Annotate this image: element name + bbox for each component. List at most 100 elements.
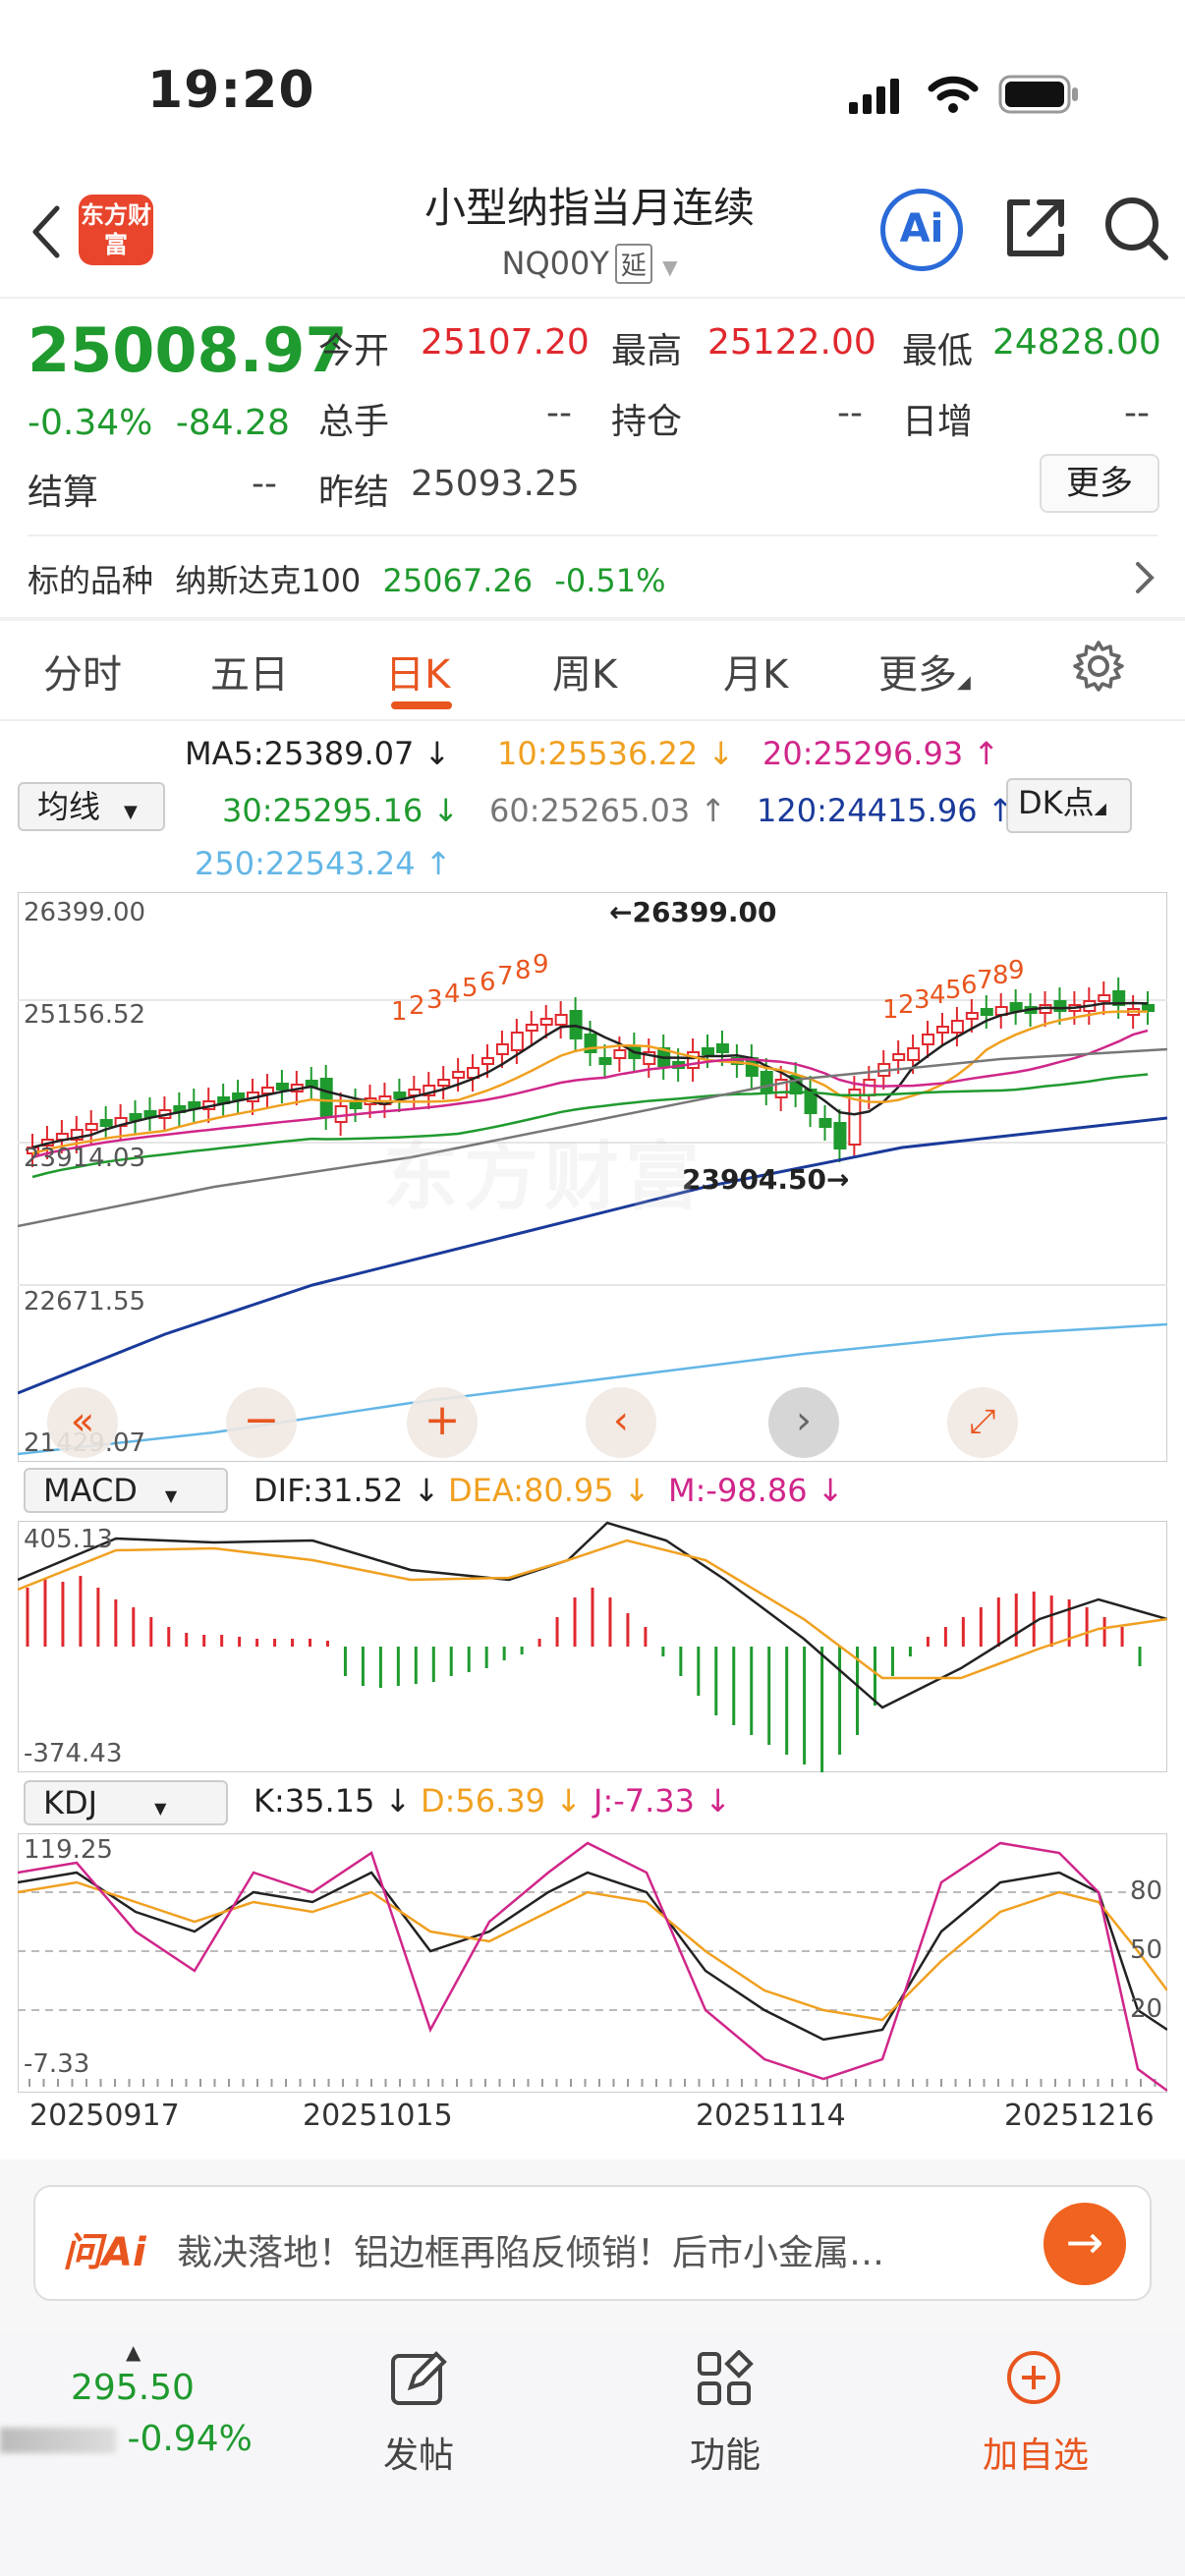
underlying-row[interactable]: 标的品种 纳斯达克100 25067.26 -0.51% <box>28 556 666 601</box>
kdj-level-20: 20 <box>1130 1994 1163 2024</box>
tab-daily-k[interactable]: 日K <box>385 643 450 700</box>
high-marker: ←26399.00 <box>609 896 776 928</box>
macd-y-bottom: -374.43 <box>24 1739 123 1768</box>
count-left-label: 1 <box>391 997 408 1027</box>
wifi-icon <box>928 73 979 120</box>
candle-body <box>1142 1004 1156 1012</box>
ai-brand: 问Ai <box>63 2230 146 2275</box>
kdj-caret-icon: ▼ <box>154 1799 167 1818</box>
macd-dea: DEA:80.95 ↓ <box>448 1472 650 1509</box>
nav-add-watchlist[interactable]: 加自选 <box>967 2427 1104 2478</box>
search-icon[interactable] <box>1100 193 1171 267</box>
low-marker: 23904.50→ <box>682 1163 849 1196</box>
ma120-value: 120:24415.96 ↑ <box>757 792 1014 829</box>
count-left-label: 8 <box>515 956 532 985</box>
candle-body <box>480 1057 494 1065</box>
back-icon[interactable] <box>26 202 65 265</box>
ai-news-bar[interactable]: 问Ai 裁决落地！铝边框再陷反倾销！后市小金属… → <box>33 2185 1152 2301</box>
candle-body <box>275 1083 289 1091</box>
fullscreen-icon[interactable]: ⤢ <box>947 1387 1018 1458</box>
low-marker-arrow-icon: → <box>826 1163 850 1196</box>
macd-select[interactable]: MACD ▼ <box>24 1468 228 1513</box>
ma20-value: 20:25296.93 ↑ <box>762 735 1000 772</box>
ai-news-text: 裁决落地！铝边框再陷反倾销！后市小金属… <box>177 2233 885 2273</box>
kline-y-label-3: 23914.03 <box>24 1144 146 1173</box>
tab-more[interactable]: 更多◢ <box>878 643 971 700</box>
ticker-name-blur <box>0 2428 116 2453</box>
volume-value: -- <box>546 393 572 433</box>
price-change: -0.34% -84.28 <box>28 403 290 443</box>
daily-increase-label: 日增 <box>902 402 974 442</box>
section-divider <box>0 617 1185 621</box>
daily-increase-value: -- <box>1124 393 1150 433</box>
nav-post[interactable]: 发帖 <box>360 2427 478 2478</box>
count-left-label: 2 <box>409 991 425 1021</box>
dk-point-button[interactable]: DK点◢ <box>1006 778 1132 833</box>
candle-body <box>452 1071 466 1079</box>
instrument-code[interactable]: NQ00Y 延 ▼ <box>432 244 747 284</box>
candle-body <box>188 1101 201 1109</box>
scroll-left-fast-icon[interactable]: « <box>47 1387 118 1458</box>
candle-body <box>715 1043 729 1053</box>
ai-button[interactable]: Ai <box>880 189 963 271</box>
candle-body <box>598 1057 612 1065</box>
arrow-right-icon[interactable]: → <box>1044 2203 1126 2285</box>
candle-body <box>334 1105 348 1123</box>
chevron-right-icon[interactable] <box>1130 558 1159 601</box>
ma-select[interactable]: 均线 ▼ <box>18 782 165 831</box>
post-icon[interactable] <box>389 2348 448 2411</box>
tab-weekly-k[interactable]: 周K <box>552 643 617 700</box>
kdj-chart[interactable] <box>17 1832 1168 2094</box>
scroll-right-icon[interactable]: › <box>768 1387 839 1458</box>
settlement-label: 结算 <box>28 473 99 513</box>
count-right-label: 2 <box>898 990 915 1020</box>
add-watchlist-icon[interactable] <box>1004 2348 1063 2411</box>
kdj-select[interactable]: KDJ ▼ <box>24 1780 228 1825</box>
candle-body <box>1053 1000 1067 1012</box>
tab-intraday[interactable]: 分时 <box>43 643 122 700</box>
caret-up-icon: ▲ <box>126 2340 141 2364</box>
kdj-k: K:35.15 ↓ <box>254 1782 412 1820</box>
candle-body <box>349 1101 363 1109</box>
candle-body <box>1098 994 1111 1002</box>
kdj-y-top: 119.25 <box>24 1835 113 1865</box>
macd-dif: DIF:31.52 ↓ <box>254 1472 440 1509</box>
open-interest-value: -- <box>837 393 863 433</box>
ma5-value: MA5:25389.07 ↓ <box>185 735 451 772</box>
open-value: 25107.20 <box>421 322 590 363</box>
tabs-divider <box>0 719 1185 721</box>
date-label-3: 20251114 <box>696 2099 846 2133</box>
underlying-price: 25067.26 <box>382 562 534 599</box>
nav-functions[interactable]: 功能 <box>666 2427 784 2478</box>
tab-monthly-k[interactable]: 月K <box>723 643 788 700</box>
macd-svg <box>17 1520 1168 1774</box>
high-label: 最高 <box>611 331 683 371</box>
kdj-k-line <box>17 1871 1168 2042</box>
kdj-j: J:-7.33 ↓ <box>593 1782 731 1820</box>
candle-body <box>907 1047 921 1061</box>
settings-gear-icon[interactable] <box>1071 639 1126 698</box>
candle-body <box>950 1020 964 1034</box>
scroll-left-icon[interactable]: ‹ <box>586 1387 656 1458</box>
macd-chart[interactable] <box>17 1520 1168 1774</box>
grid-icon[interactable] <box>696 2349 755 2413</box>
high-marker-arrow-icon: ← <box>609 896 633 928</box>
kdj-level-80: 80 <box>1130 1876 1163 1906</box>
share-icon[interactable] <box>1000 193 1071 267</box>
ticker-price[interactable]: 295.50 <box>71 2368 195 2408</box>
count-left-label: 7 <box>497 962 514 991</box>
count-right-label: 3 <box>914 985 931 1015</box>
open-label: 今开 <box>318 331 390 371</box>
zoom-in-icon[interactable]: + <box>407 1387 478 1458</box>
macd-select-label: MACD <box>43 1472 138 1509</box>
more-quote-button[interactable]: 更多 <box>1040 454 1159 513</box>
tab-active-indicator <box>391 701 452 709</box>
count-right-label: 5 <box>945 976 962 1005</box>
zoom-out-icon[interactable]: − <box>226 1387 297 1458</box>
volume-label: 总手 <box>318 402 390 442</box>
candle-body <box>980 1008 993 1016</box>
tab-five-day[interactable]: 五日 <box>210 643 289 700</box>
macd-m: M:-98.86 ↓ <box>668 1472 844 1509</box>
kdj-frame <box>17 1832 1168 2094</box>
low-label: 最低 <box>902 331 974 371</box>
